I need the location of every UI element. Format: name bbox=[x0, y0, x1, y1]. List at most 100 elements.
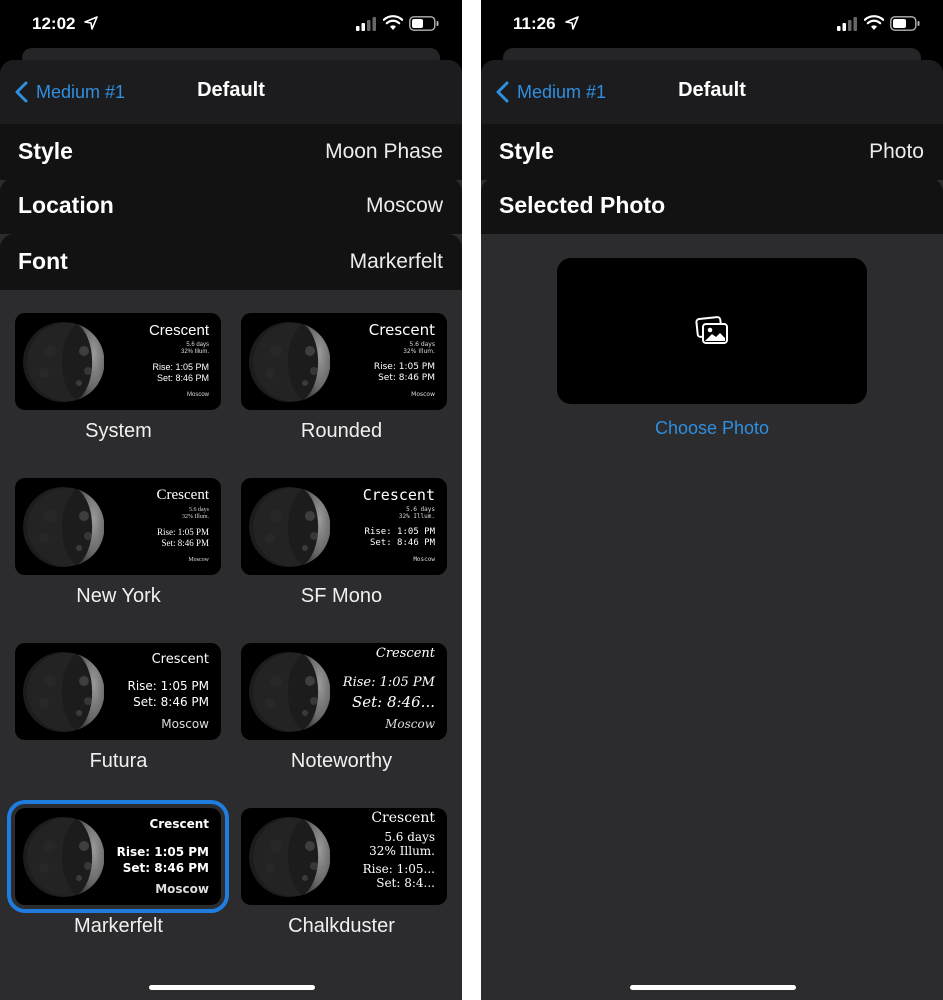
moon-phase-icon bbox=[248, 651, 330, 733]
font-option-chalkduster: Crescent 5.6 days 32% Illum. Rise: 1:05.… bbox=[228, 785, 455, 945]
style-row-value: Moon Phase bbox=[325, 140, 443, 163]
moon-phase-icon bbox=[248, 321, 330, 403]
widget-age: 5.6 days bbox=[384, 830, 435, 844]
widget-age: 5.6 days bbox=[186, 342, 209, 348]
status-time: 12:02 bbox=[32, 14, 76, 33]
widget-location: Moscow bbox=[385, 717, 435, 731]
widget-rise: Rise: 1:05 PM bbox=[116, 845, 209, 859]
font-option-label: Markerfelt bbox=[74, 915, 163, 937]
navigation-bar: Medium #1 Default bbox=[481, 60, 943, 124]
widget-illum: 32% Illum. bbox=[403, 348, 435, 355]
widget-preview[interactable]: Crescent 5.6 days 32% Illum. Rise: 1:05 … bbox=[15, 313, 221, 410]
settings-sheet: Medium #1 Default Style Moon Phase Locat… bbox=[0, 60, 462, 1000]
page-title: Default bbox=[197, 79, 265, 101]
phone-screen-font-picker: 12:02 Medium #1 Default Style Moon Phase… bbox=[0, 0, 462, 1000]
location-row[interactable]: Location Moscow bbox=[0, 178, 462, 234]
font-option-label: Futura bbox=[89, 750, 148, 772]
widget-rise: Rise: 1:05... bbox=[362, 862, 435, 876]
moon-phase-icon bbox=[22, 651, 104, 733]
location-arrow-icon bbox=[84, 16, 98, 30]
status-bar: 11:26 bbox=[481, 0, 943, 50]
widget-set: Set: 8:46 PM bbox=[133, 695, 209, 709]
widget-text: Crescent Rise: 1:05 PM Set: 8:46 PM Mosc… bbox=[99, 653, 209, 730]
status-bar: 12:02 bbox=[0, 0, 462, 50]
widget-phase: Crescent bbox=[151, 652, 209, 667]
font-row[interactable]: Font Markerfelt bbox=[0, 234, 462, 290]
widget-phase: Crescent bbox=[156, 487, 209, 503]
font-option-label: SF Mono bbox=[300, 585, 383, 607]
widget-phase: Crescent bbox=[368, 321, 435, 339]
widget-preview-selected[interactable]: Crescent Rise: 1:05 PM Set: 8:46 PM Mosc… bbox=[7, 800, 229, 913]
widget-illum: 32% Illum. bbox=[369, 844, 435, 858]
widget-illum: 32% Illum. bbox=[398, 513, 435, 520]
settings-sheet: Medium #1 Default Style Photo Selected P… bbox=[481, 60, 943, 1000]
widget-preview[interactable]: Crescent 5.6 days 32% Illum. Rise: 1:05.… bbox=[241, 808, 447, 905]
selected-photo-row: Selected Photo bbox=[481, 178, 943, 234]
battery-icon bbox=[409, 16, 439, 31]
widget-text: Crescent 5.6 days 32% Illum. Rise: 1:05 … bbox=[325, 488, 435, 563]
phone-screen-photo-style: 11:26 Medium #1 Default Style Photo Sele… bbox=[481, 0, 943, 1000]
widget-set: Set: 8:46 PM bbox=[161, 538, 209, 548]
moon-phase-icon bbox=[248, 486, 330, 568]
widget-location: Moscow bbox=[413, 556, 435, 563]
location-row-value: Moscow bbox=[365, 194, 443, 217]
widget-preview[interactable]: Crescent Rise: 1:05 PM Set: 8:46 PM Mosc… bbox=[15, 643, 221, 740]
status-time: 11:26 bbox=[513, 14, 556, 33]
location-arrow-icon bbox=[565, 16, 579, 30]
widget-location: Moscow bbox=[161, 717, 209, 731]
widget-rise: Rise: 1:05 PM bbox=[342, 675, 435, 690]
photo-placeholder[interactable] bbox=[557, 258, 867, 404]
font-row-value: Markerfelt bbox=[349, 250, 443, 273]
widget-text: Crescent 5.6 days 32% Illum. Rise: 1:05 … bbox=[99, 487, 209, 564]
widget-phase: Crescent bbox=[375, 646, 435, 661]
widget-preview[interactable]: Crescent Rise: 1:05 PM Set: 8:46... Mosc… bbox=[241, 643, 447, 740]
selected-photo-label: Selected Photo bbox=[499, 192, 666, 218]
font-option-noteworthy: Crescent Rise: 1:05 PM Set: 8:46... Mosc… bbox=[228, 620, 455, 780]
widget-preview[interactable]: Crescent 5.6 days 32% Illum. Rise: 1:05 … bbox=[15, 478, 221, 575]
font-option-label: New York bbox=[76, 585, 161, 607]
widget-text: Crescent Rise: 1:05 PM Set: 8:46 PM Mosc… bbox=[99, 818, 209, 895]
widget-set: Set: 8:46 PM bbox=[156, 373, 209, 383]
widget-phase: Crescent bbox=[371, 810, 435, 826]
widget-set: Set: 8:46... bbox=[352, 693, 435, 711]
widget-preview[interactable]: Crescent 5.6 days 32% Illum. Rise: 1:05 … bbox=[241, 313, 447, 410]
widget-text: Crescent 5.6 days 32% Illum. Rise: 1:05.… bbox=[325, 811, 435, 889]
widget-rise: Rise: 1:05 PM bbox=[373, 362, 435, 372]
widget-set: Set: 8:4... bbox=[376, 876, 435, 890]
widget-age: 5.6 days bbox=[189, 507, 209, 513]
widget-location: Moscow bbox=[186, 392, 209, 398]
wifi-icon bbox=[864, 15, 884, 30]
widget-illum: 32% Illum. bbox=[180, 349, 209, 355]
widget-rise: Rise: 1:05 PM bbox=[364, 527, 435, 537]
font-option-label: Rounded bbox=[300, 420, 383, 442]
home-indicator bbox=[149, 985, 315, 990]
wifi-icon bbox=[383, 15, 403, 30]
font-option-rounded: Crescent 5.6 days 32% Illum. Rise: 1:05 … bbox=[228, 290, 455, 450]
choose-photo-button[interactable]: Choose Photo bbox=[481, 418, 943, 439]
moon-phase-icon bbox=[22, 816, 104, 898]
font-option-markerfelt: Crescent Rise: 1:05 PM Set: 8:46 PM Mosc… bbox=[0, 785, 229, 945]
font-option-system: Crescent 5.6 days 32% Illum. Rise: 1:05 … bbox=[0, 290, 227, 450]
font-option-label: System bbox=[85, 420, 152, 442]
style-row-label: Style bbox=[18, 138, 73, 164]
widget-illum: 32% Illum. bbox=[182, 514, 209, 520]
widget-rise: Rise: 1:05 PM bbox=[127, 679, 209, 693]
battery-icon bbox=[890, 16, 920, 31]
widget-location: Moscow bbox=[155, 882, 209, 896]
style-row-value: Photo bbox=[869, 140, 924, 163]
moon-phase-icon bbox=[22, 321, 104, 403]
style-row[interactable]: Style Moon Phase bbox=[0, 124, 462, 180]
widget-phase: Crescent bbox=[148, 322, 209, 339]
font-option-sf-mono: Crescent 5.6 days 32% Illum. Rise: 1:05 … bbox=[228, 455, 455, 615]
photo-stack-icon bbox=[695, 316, 728, 344]
widget-phase: Crescent bbox=[149, 817, 209, 831]
widget-text: Crescent 5.6 days 32% Illum. Rise: 1:05 … bbox=[99, 323, 209, 398]
style-row[interactable]: Style Photo bbox=[481, 124, 943, 180]
widget-set: Set: 8:46 PM bbox=[122, 861, 209, 875]
widget-rise: Rise: 1:05 PM bbox=[156, 527, 209, 537]
home-indicator bbox=[630, 985, 796, 990]
widget-preview[interactable]: Crescent 5.6 days 32% Illum. Rise: 1:05 … bbox=[241, 478, 447, 575]
widget-set: Set: 8:46 PM bbox=[369, 538, 435, 548]
font-option-new-york: Crescent 5.6 days 32% Illum. Rise: 1:05 … bbox=[0, 455, 227, 615]
widget-location: Moscow bbox=[411, 391, 435, 398]
